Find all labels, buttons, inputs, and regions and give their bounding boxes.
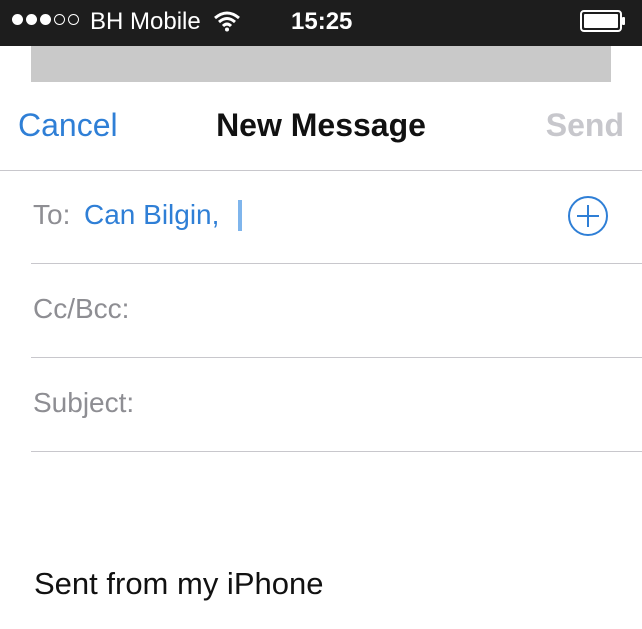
add-contact-button[interactable]	[567, 195, 609, 237]
signal-dot	[40, 14, 51, 25]
recipient-token[interactable]: Can Bilgin,	[84, 199, 219, 231]
background-card	[31, 46, 611, 86]
navigation-bar: Cancel New Message Send	[0, 82, 642, 171]
signal-dot	[54, 14, 65, 25]
signal-dot	[68, 14, 79, 25]
message-body-signature[interactable]: Sent from my iPhone	[34, 566, 323, 602]
send-button[interactable]: Send	[546, 107, 624, 144]
text-cursor	[238, 200, 242, 231]
plus-circle-icon	[568, 196, 608, 236]
cc-bcc-label: Cc/Bcc:	[33, 293, 130, 324]
subject-field[interactable]: Subject:	[31, 358, 642, 452]
status-time: 15:25	[291, 8, 353, 35]
signal-strength-icon	[12, 14, 79, 25]
subject-label: Subject:	[33, 387, 135, 418]
battery-icon	[580, 10, 626, 32]
carrier-name: BH Mobile	[90, 8, 201, 35]
signal-dot	[26, 14, 37, 25]
compose-sheet: Cancel New Message Send To: Can Bilgin, …	[0, 82, 642, 629]
wifi-icon	[214, 10, 240, 39]
signal-dot	[12, 14, 23, 25]
to-label: To:	[33, 199, 71, 230]
to-field[interactable]: To: Can Bilgin,	[31, 170, 642, 264]
status-bar: BH Mobile 15:25	[0, 0, 642, 46]
cc-bcc-field[interactable]: Cc/Bcc:	[31, 264, 642, 358]
